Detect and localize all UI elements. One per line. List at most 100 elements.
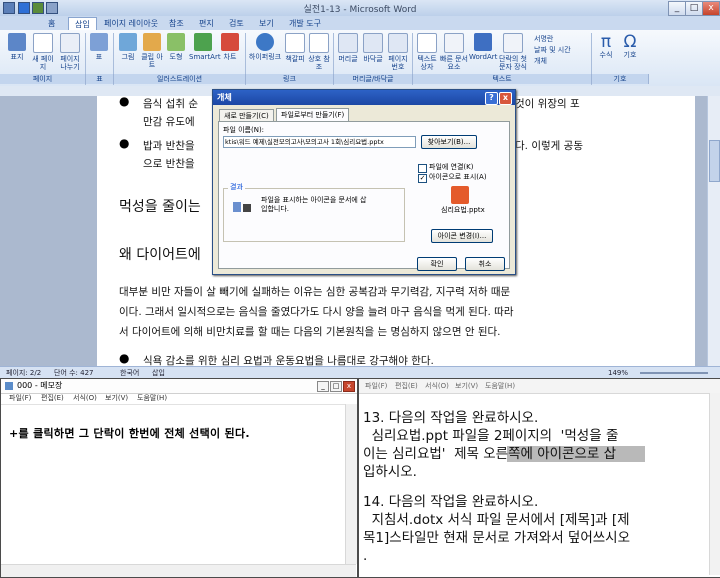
cross-reference-button[interactable]: 상호 참조 [308,33,330,71]
instructions-menu-bar: 파일(F) 편집(E) 서식(O) 보기(V) 도움말(H) [359,379,720,394]
doc-heading: 먹성을 줄이는 [119,199,201,215]
task-line: 13. 다음의 작업을 완료하시오. [363,410,539,426]
blank-page-button[interactable]: 새 페이지 [32,33,54,71]
tab-developer[interactable]: 개발 도구 [283,17,327,30]
minimize-button[interactable]: _ [668,1,686,16]
menu-view[interactable]: 보기(V) [105,393,128,404]
menu-edit[interactable]: 편집(E) [395,379,418,393]
text-box-button[interactable]: 텍스트 상자 [415,33,439,71]
signature-line-button[interactable]: 서명란 [534,34,571,45]
group-tables: 표 [86,74,114,84]
dialog-titlebar: 개체 ? x [213,90,515,105]
powerpoint-file-icon [451,186,469,204]
notepad-menu-bar: 파일(F) 편집(E) 서식(O) 보기(V) 도움말(H) [1,393,357,405]
notepad-maximize-button[interactable]: □ [330,381,342,392]
cover-page-button[interactable]: 표지 [6,33,28,61]
notepad-horizontal-scrollbar[interactable] [1,564,356,577]
link-to-file-checkbox[interactable] [418,164,427,173]
object-button[interactable]: 개체 [534,56,571,67]
header-icon [338,33,358,53]
notepad-close-button[interactable]: x [343,381,355,392]
shapes-button[interactable]: 도형 [165,33,187,61]
help-button[interactable]: ? [485,92,498,105]
menu-file[interactable]: 파일(F) [9,393,31,404]
bullet-icon: ● [119,136,130,150]
filename-input[interactable]: ktis\워드 예제\실전모의고사\모의고사 1회\심리요법.pptx [223,136,416,148]
blank-page-icon [33,33,53,53]
tab-home[interactable]: 홈 [42,17,61,30]
notepad-minimize-button[interactable]: _ [317,381,329,392]
notepad-title: 000 - 메모장 [17,381,63,390]
bookmark-button[interactable]: 책갈피 [284,33,306,63]
cancel-button[interactable]: 취소 [465,257,505,271]
smartart-icon [194,33,212,51]
display-as-icon-checkbox[interactable]: ✓ [418,174,427,183]
table-button[interactable]: 표 [88,33,110,61]
footer-button[interactable]: 바닥글 [361,33,385,63]
group-header-footer: 머리글/바닥글 [334,74,413,84]
menu-format[interactable]: 서식(O) [73,393,97,404]
doc-text: 만감 유도에 [143,116,195,128]
vertical-scrollbar[interactable] [707,96,720,366]
wordart-button[interactable]: WordArt [469,33,497,61]
smartart-button[interactable]: SmartArt [189,33,221,61]
instructions-vertical-scrollbar[interactable] [709,393,720,575]
tab-create-from-file[interactable]: 파일로부터 만들기(F) [276,108,350,122]
dialog-close-button[interactable]: x [499,92,512,105]
tab-page-layout[interactable]: 페이지 레이아웃 [98,17,164,30]
close-button[interactable]: x [702,1,720,16]
result-text: 파일을 표시하는 아이콘을 문서에 삽입합니다. [261,196,367,213]
tab-review[interactable]: 검토 [223,17,250,30]
symbol-button[interactable]: Ω 기호 [619,33,641,59]
tab-references[interactable]: 참조 [163,17,190,30]
chart-icon [221,33,239,51]
picture-button[interactable]: 그림 [117,33,139,61]
link-to-file-label: 파일에 연결(K) [429,163,474,171]
menu-help[interactable]: 도움말(H) [137,393,167,404]
hyperlink-button[interactable]: 하이퍼링크 [248,33,282,61]
menu-file[interactable]: 파일(F) [365,379,387,393]
bookmark-icon [285,33,305,53]
cover-page-icon [8,33,26,51]
notepad-vertical-scrollbar[interactable] [345,404,357,564]
quick-parts-button[interactable]: 빠른 문서 요소 [440,33,468,71]
pi-icon: π [600,32,612,52]
task-line: . [363,548,368,564]
date-time-button[interactable]: 날짜 및 시간 [534,45,571,56]
scrollbar-thumb[interactable] [709,140,720,182]
clip-art-button[interactable]: 클립 아트 [141,33,163,69]
page-break-icon [60,33,80,53]
tab-view[interactable]: 보기 [253,17,280,30]
header-button[interactable]: 머리글 [336,33,360,63]
result-object-icon [243,204,251,212]
quick-parts-icon [444,33,464,53]
task-line: 목1]스타일만 현재 문서로 가져와서 덮어쓰시오 [363,530,631,546]
notepad-text[interactable]: +를 클릭하면 그 단락이 한번에 전체 선택이 된다. [9,425,250,441]
menu-view[interactable]: 보기(V) [455,379,478,393]
cross-reference-icon [309,33,329,53]
tab-mailings[interactable]: 편지 [193,17,220,30]
menu-help[interactable]: 도움말(H) [485,379,515,393]
maximize-button[interactable]: □ [685,1,703,16]
zoom-slider[interactable] [640,372,708,374]
doc-text: 다. 이렇게 공동 [515,140,583,152]
page-break-button[interactable]: 페이지 나누기 [58,33,82,71]
drop-cap-button[interactable]: 단락의 첫 문자 장식 [498,33,528,71]
browse-button[interactable]: 찾아보기(B)... [421,135,477,149]
task-line: 지침서.dotx 서식 파일 문서에서 [제목]과 [제 [363,512,630,528]
clip-art-icon [143,33,161,51]
doc-heading: 왜 다이어트에 [119,247,201,263]
menu-format[interactable]: 서식(O) [425,379,449,393]
notepad-window: 000 - 메모장 _ □ x 파일(F) 편집(E) 서식(O) 보기(V) … [0,378,358,578]
ok-button[interactable]: 확인 [417,257,457,271]
filename-label: 파일 이름(N): [223,126,265,134]
menu-edit[interactable]: 편집(E) [41,393,64,404]
task-line: 14. 다음의 작업을 완료하시오. [363,494,539,510]
wordart-icon [474,33,492,51]
page-number-button[interactable]: 페이지 번호 [386,33,410,71]
equation-button[interactable]: π 수식 [595,33,617,59]
tab-insert[interactable]: 삽입 [68,17,97,31]
doc-paragraph-line: 대부분 비만 자들이 살 빼기에 실패하는 이유는 심한 공복감과 무기력감, … [119,286,511,298]
change-icon-button[interactable]: 아이콘 변경(I)... [431,229,493,243]
chart-button[interactable]: 차트 [219,33,241,61]
